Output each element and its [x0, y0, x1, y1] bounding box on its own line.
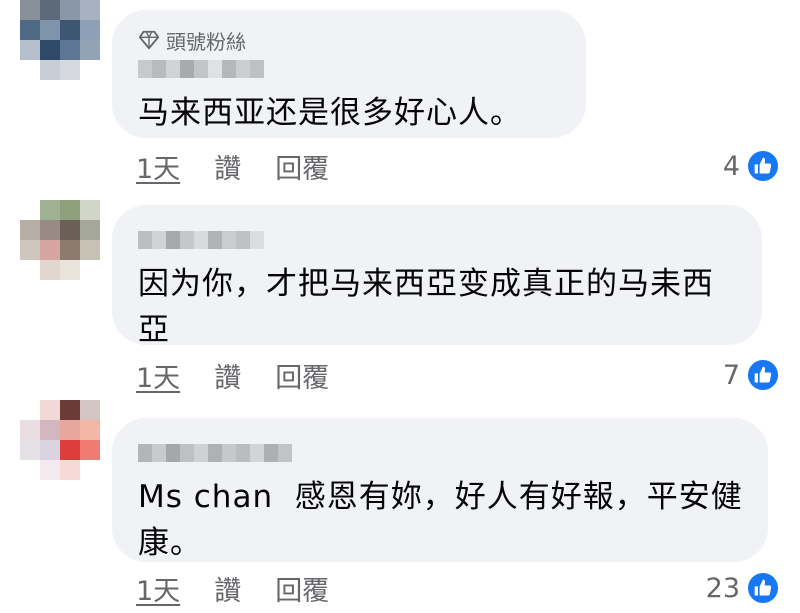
top-fan-badge[interactable]: 頭號粉絲	[138, 26, 560, 54]
comment-bubble: Ms chan 感恩有妳，好人有好報，平安健康。	[112, 418, 768, 562]
diamond-icon	[138, 30, 160, 50]
reply-button[interactable]: 回覆	[275, 147, 329, 186]
avatar[interactable]	[20, 400, 100, 480]
comment-text: 因为你，才把马来西亞变成真正的马耒西亞	[138, 266, 714, 348]
like-button[interactable]: 讚	[214, 569, 241, 608]
comment-bubble: 頭號粉絲 马来西亚还是很多好心人。	[112, 10, 586, 138]
avatar[interactable]	[20, 0, 100, 80]
badge-label: 頭號粉絲	[166, 29, 246, 54]
comment-timestamp[interactable]: 1天	[136, 147, 180, 186]
reaction-count[interactable]: 7	[723, 355, 780, 395]
comment-timestamp[interactable]: 1天	[136, 356, 180, 395]
reaction-count[interactable]: 23	[706, 568, 780, 608]
comment-actions: 1天 讚 回覆	[136, 146, 329, 186]
comment-text: 马来西亚还是很多好心人。	[138, 95, 522, 131]
thumbs-up-icon	[746, 149, 780, 183]
comment-text: Ms chan 感恩有妳，好人有好報，平安健康。	[138, 479, 743, 561]
like-count: 4	[722, 150, 740, 182]
thumbs-up-icon	[746, 571, 780, 605]
comment-bubble: 因为你，才把马来西亞变成真正的马耒西亞	[112, 205, 762, 348]
comment-actions: 1天 讚 回覆	[136, 568, 329, 608]
comment-actions: 1天 讚 回覆	[136, 355, 329, 395]
like-button[interactable]: 讚	[214, 147, 241, 186]
like-button[interactable]: 讚	[214, 356, 241, 395]
comment-timestamp[interactable]: 1天	[136, 569, 180, 608]
commenter-name[interactable]	[138, 56, 560, 82]
like-count: 7	[722, 359, 740, 391]
commenter-name[interactable]	[138, 440, 742, 466]
reply-button[interactable]: 回覆	[275, 569, 329, 608]
commenter-name[interactable]	[138, 227, 736, 253]
reaction-count[interactable]: 4	[723, 146, 780, 186]
reply-button[interactable]: 回覆	[275, 356, 329, 395]
like-count: 23	[705, 572, 740, 604]
thumbs-up-icon	[746, 358, 780, 392]
avatar[interactable]	[20, 200, 100, 280]
